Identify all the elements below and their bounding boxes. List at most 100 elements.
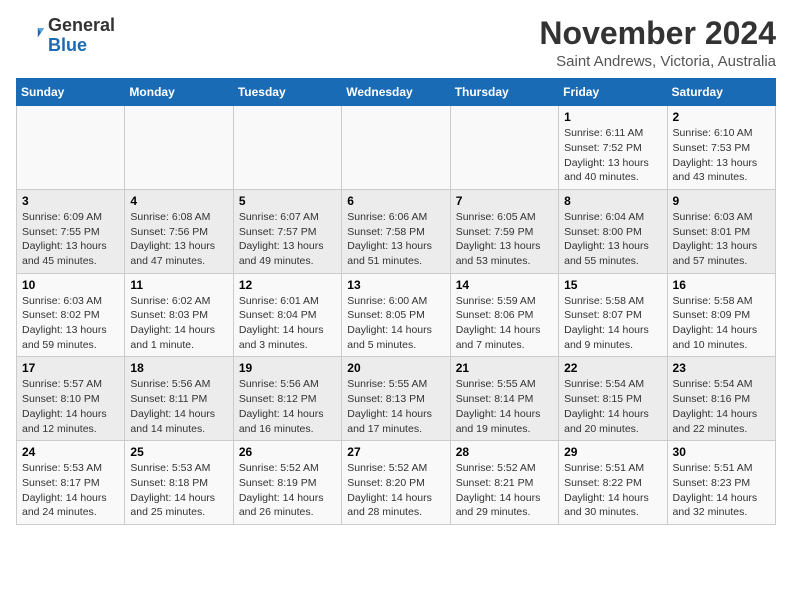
day-number: 4 bbox=[130, 194, 227, 208]
day-number: 28 bbox=[456, 445, 553, 459]
title-block: November 2024 Saint Andrews, Victoria, A… bbox=[539, 16, 776, 70]
calendar-cell: 13Sunrise: 6:00 AMSunset: 8:05 PMDayligh… bbox=[342, 273, 450, 357]
calendar-cell bbox=[125, 106, 233, 190]
day-info: Sunrise: 6:06 AMSunset: 7:58 PMDaylight:… bbox=[347, 210, 444, 269]
subtitle: Saint Andrews, Victoria, Australia bbox=[539, 53, 776, 70]
calendar-cell: 1 Sunrise: 6:11 AMSunset: 7:52 PMDaylight… bbox=[559, 106, 667, 190]
day-info: Sunrise: 5:52 AMSunset: 8:21 PMDaylight:… bbox=[456, 461, 553, 520]
day-number: 14 bbox=[456, 278, 553, 292]
calendar-cell bbox=[17, 106, 125, 190]
day-info: Sunrise: 6:05 AMSunset: 7:59 PMDaylight:… bbox=[456, 210, 553, 269]
calendar-cell: 21 Sunrise: 5:55 AMSunset: 8:14 PMDayligh… bbox=[450, 357, 558, 441]
calendar-cell: 16 Sunrise: 5:58 AMSunset: 8:09 PMDayligh… bbox=[667, 273, 775, 357]
calendar-cell: 15 Sunrise: 5:58 AMSunset: 8:07 PMDayligh… bbox=[559, 273, 667, 357]
day-info: Sunrise: 6:08 AMSunset: 7:56 PMDaylight:… bbox=[130, 210, 227, 269]
day-info: Sunrise: 5:56 AMSunset: 8:12 PMDaylight:… bbox=[239, 377, 336, 436]
calendar-cell: 18 Sunrise: 5:56 AMSunset: 8:11 PMDayligh… bbox=[125, 357, 233, 441]
calendar-cell bbox=[233, 106, 341, 190]
day-number: 7 bbox=[456, 194, 553, 208]
calendar-cell: 19 Sunrise: 5:56 AMSunset: 8:12 PMDayligh… bbox=[233, 357, 341, 441]
calendar-cell: 27 Sunrise: 5:52 AMSunset: 8:20 PMDayligh… bbox=[342, 441, 450, 525]
calendar-table: SundayMondayTuesdayWednesdayThursdayFrid… bbox=[16, 78, 776, 525]
day-info: Sunrise: 6:07 AMSunset: 7:57 PMDaylight:… bbox=[239, 210, 336, 269]
day-number: 21 bbox=[456, 361, 553, 375]
day-number: 1 bbox=[564, 110, 661, 124]
calendar-header-tuesday: Tuesday bbox=[233, 79, 341, 106]
day-info: Sunrise: 5:58 AMSunset: 8:07 PMDaylight:… bbox=[564, 294, 661, 353]
calendar-cell: 8 Sunrise: 6:04 AMSunset: 8:00 PMDaylight… bbox=[559, 189, 667, 273]
calendar-cell: 9 Sunrise: 6:03 AMSunset: 8:01 PMDaylight… bbox=[667, 189, 775, 273]
day-info: Sunrise: 5:57 AMSunset: 8:10 PMDaylight:… bbox=[22, 377, 119, 436]
day-number: 6 bbox=[347, 194, 444, 208]
day-info: Sunrise: 6:03 AMSunset: 8:01 PMDaylight:… bbox=[673, 210, 770, 269]
day-number: 5 bbox=[239, 194, 336, 208]
day-number: 25 bbox=[130, 445, 227, 459]
calendar-week-row: 1 Sunrise: 6:11 AMSunset: 7:52 PMDaylight… bbox=[17, 106, 776, 190]
day-number: 16 bbox=[673, 278, 770, 292]
calendar-cell: 11Sunrise: 6:02 AMSunset: 8:03 PMDayligh… bbox=[125, 273, 233, 357]
day-number: 30 bbox=[673, 445, 770, 459]
calendar-cell: 6 Sunrise: 6:06 AMSunset: 7:58 PMDaylight… bbox=[342, 189, 450, 273]
day-number: 11 bbox=[130, 278, 227, 292]
day-number: 17 bbox=[22, 361, 119, 375]
day-number: 26 bbox=[239, 445, 336, 459]
day-number: 8 bbox=[564, 194, 661, 208]
day-number: 18 bbox=[130, 361, 227, 375]
day-info: Sunrise: 5:56 AMSunset: 8:11 PMDaylight:… bbox=[130, 377, 227, 436]
day-info: Sunrise: 6:11 AMSunset: 7:52 PMDaylight:… bbox=[564, 126, 661, 185]
day-number: 22 bbox=[564, 361, 661, 375]
day-info: Sunrise: 6:03 AMSunset: 8:02 PMDaylight:… bbox=[22, 294, 119, 353]
calendar-header-sunday: Sunday bbox=[17, 79, 125, 106]
logo-general: General bbox=[48, 16, 115, 36]
calendar-cell: 22 Sunrise: 5:54 AMSunset: 8:15 PMDayligh… bbox=[559, 357, 667, 441]
calendar-cell: 24Sunrise: 5:53 AMSunset: 8:17 PMDayligh… bbox=[17, 441, 125, 525]
calendar-cell: 7 Sunrise: 6:05 AMSunset: 7:59 PMDaylight… bbox=[450, 189, 558, 273]
calendar-cell: 14Sunrise: 5:59 AMSunset: 8:06 PMDayligh… bbox=[450, 273, 558, 357]
calendar-cell: 10 Sunrise: 6:03 AMSunset: 8:02 PMDayligh… bbox=[17, 273, 125, 357]
calendar-cell: 12Sunrise: 6:01 AMSunset: 8:04 PMDayligh… bbox=[233, 273, 341, 357]
logo-text: General Blue bbox=[48, 16, 115, 56]
day-number: 3 bbox=[22, 194, 119, 208]
calendar-cell: 29Sunrise: 5:51 AMSunset: 8:22 PMDayligh… bbox=[559, 441, 667, 525]
calendar-header-row: SundayMondayTuesdayWednesdayThursdayFrid… bbox=[17, 79, 776, 106]
calendar-cell: 20Sunrise: 5:55 AMSunset: 8:13 PMDayligh… bbox=[342, 357, 450, 441]
day-info: Sunrise: 5:53 AMSunset: 8:18 PMDaylight:… bbox=[130, 461, 227, 520]
day-info: Sunrise: 5:52 AMSunset: 8:19 PMDaylight:… bbox=[239, 461, 336, 520]
calendar-header-wednesday: Wednesday bbox=[342, 79, 450, 106]
day-info: Sunrise: 5:58 AMSunset: 8:09 PMDaylight:… bbox=[673, 294, 770, 353]
day-number: 2 bbox=[673, 110, 770, 124]
calendar-cell: 4 Sunrise: 6:08 AMSunset: 7:56 PMDaylight… bbox=[125, 189, 233, 273]
calendar-week-row: 3 Sunrise: 6:09 AMSunset: 7:55 PMDaylight… bbox=[17, 189, 776, 273]
logo: General Blue bbox=[16, 16, 115, 56]
calendar-header-monday: Monday bbox=[125, 79, 233, 106]
calendar-header-saturday: Saturday bbox=[667, 79, 775, 106]
calendar-header-thursday: Thursday bbox=[450, 79, 558, 106]
day-number: 23 bbox=[673, 361, 770, 375]
day-number: 10 bbox=[22, 278, 119, 292]
day-info: Sunrise: 5:54 AMSunset: 8:15 PMDaylight:… bbox=[564, 377, 661, 436]
calendar-cell: 28 Sunrise: 5:52 AMSunset: 8:21 PMDayligh… bbox=[450, 441, 558, 525]
day-info: Sunrise: 5:51 AMSunset: 8:23 PMDaylight:… bbox=[673, 461, 770, 520]
header: General Blue November 2024 Saint Andrews… bbox=[16, 16, 776, 70]
day-number: 12 bbox=[239, 278, 336, 292]
calendar-cell: 3 Sunrise: 6:09 AMSunset: 7:55 PMDaylight… bbox=[17, 189, 125, 273]
calendar-cell: 23Sunrise: 5:54 AMSunset: 8:16 PMDayligh… bbox=[667, 357, 775, 441]
day-number: 9 bbox=[673, 194, 770, 208]
day-info: Sunrise: 5:55 AMSunset: 8:13 PMDaylight:… bbox=[347, 377, 444, 436]
day-info: Sunrise: 5:52 AMSunset: 8:20 PMDaylight:… bbox=[347, 461, 444, 520]
calendar-cell: 17 Sunrise: 5:57 AMSunset: 8:10 PMDayligh… bbox=[17, 357, 125, 441]
day-info: Sunrise: 6:09 AMSunset: 7:55 PMDaylight:… bbox=[22, 210, 119, 269]
calendar-cell bbox=[450, 106, 558, 190]
logo-icon bbox=[16, 22, 44, 50]
day-info: Sunrise: 6:00 AMSunset: 8:05 PMDaylight:… bbox=[347, 294, 444, 353]
calendar-cell: 30 Sunrise: 5:51 AMSunset: 8:23 PMDayligh… bbox=[667, 441, 775, 525]
day-number: 19 bbox=[239, 361, 336, 375]
calendar-cell: 25 Sunrise: 5:53 AMSunset: 8:18 PMDayligh… bbox=[125, 441, 233, 525]
day-number: 15 bbox=[564, 278, 661, 292]
day-info: Sunrise: 5:55 AMSunset: 8:14 PMDaylight:… bbox=[456, 377, 553, 436]
day-number: 27 bbox=[347, 445, 444, 459]
calendar-header-friday: Friday bbox=[559, 79, 667, 106]
calendar-cell: 26 Sunrise: 5:52 AMSunset: 8:19 PMDayligh… bbox=[233, 441, 341, 525]
calendar-week-row: 24Sunrise: 5:53 AMSunset: 8:17 PMDayligh… bbox=[17, 441, 776, 525]
day-info: Sunrise: 6:04 AMSunset: 8:00 PMDaylight:… bbox=[564, 210, 661, 269]
